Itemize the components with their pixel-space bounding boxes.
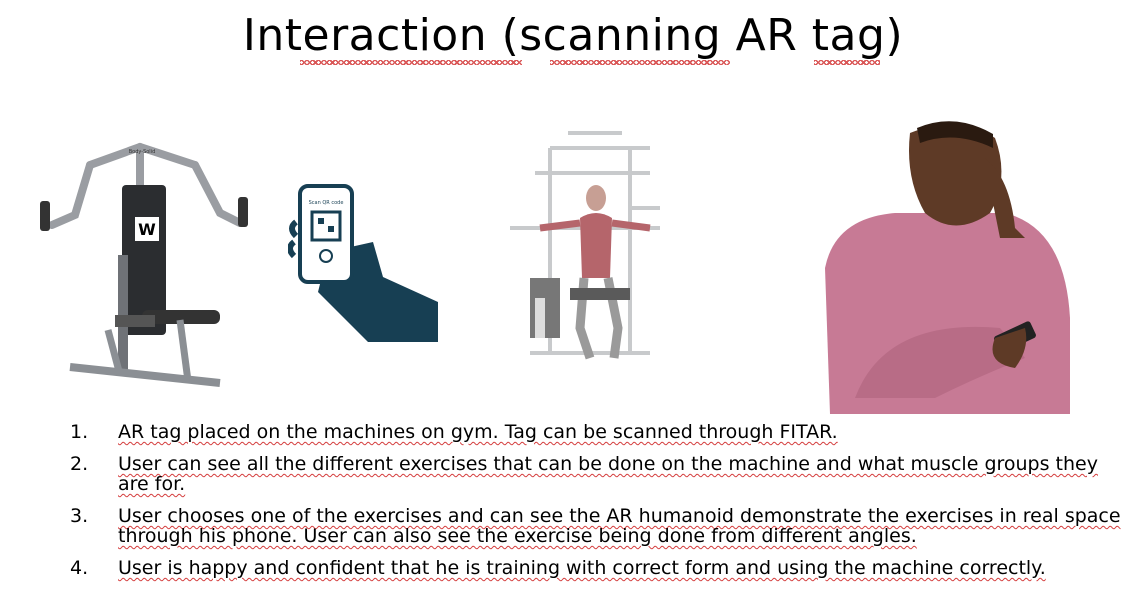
svg-text:W: W [138,220,156,239]
list-text: User chooses one of the exercises and ca… [118,505,1121,547]
list-number: 2. [70,453,89,475]
slide-title: Interaction (scanning AR tag) [242,10,904,61]
steps-list: 1. AR tag placed on the machines on gym.… [70,422,1130,590]
list-text: User is happy and confident that he is t… [118,557,1046,579]
spellcheck-underline [550,60,730,65]
spellcheck-underline [814,60,880,65]
man-phone-image [825,121,1070,414]
svg-text:Body-Solid: Body-Solid [129,149,156,155]
list-item: 1. AR tag placed on the machines on gym.… [70,422,1130,442]
spellcheck-underline [300,60,522,65]
slide: Interaction (scanning AR tag) W Body-Sol… [0,0,1146,604]
list-item: 3. User chooses one of the exercises and… [70,506,1130,546]
svg-text:Scan QR code: Scan QR code [309,200,344,206]
list-text: AR tag placed on the machines on gym. Ta… [118,421,838,443]
pec-deck-figure-image [510,131,660,360]
list-number: 4. [70,557,89,579]
list-number: 3. [70,505,89,527]
list-text: User can see all the different exercises… [118,453,1098,495]
list-number: 1. [70,421,89,443]
chest-press-machine-image: W Body-Solid [40,142,248,387]
hand-phone-image: Scan QR code [288,184,438,342]
list-item: 4. User is happy and confident that he i… [70,558,1130,578]
list-item: 2. User can see all the different exerci… [70,454,1130,494]
